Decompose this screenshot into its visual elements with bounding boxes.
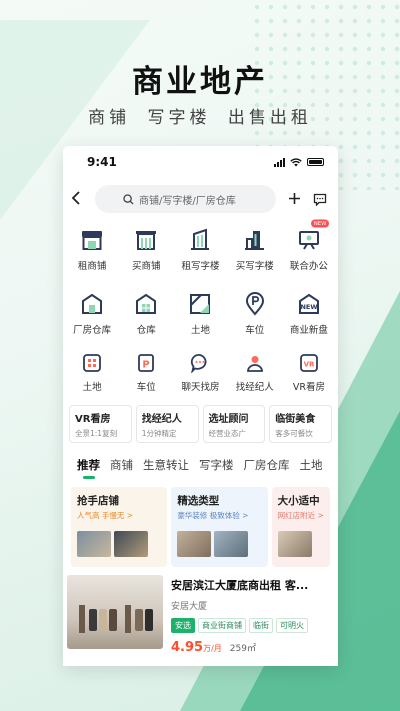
new-badge: NEW	[310, 219, 329, 228]
search-icon	[123, 193, 134, 204]
shop-icon	[79, 227, 105, 253]
office-building-icon	[187, 227, 213, 253]
battery-icon	[307, 158, 324, 166]
listing-price-row: 4.95万/月 259㎡	[171, 640, 334, 655]
listing-item[interactable]: 安居滨江大厦底商出租 客... 安居大厦 安选 商业街商铺 临街 可明火 4.9…	[63, 575, 338, 655]
category-buy-office[interactable]: 买写字楼	[228, 217, 282, 281]
category-rent-office[interactable]: 租写字楼	[173, 217, 227, 281]
svg-text:VR: VR	[303, 361, 314, 369]
vr-icon: VR	[298, 352, 320, 374]
category-factory[interactable]: 厂房仓库	[65, 281, 119, 345]
quick-card-advisor[interactable]: 选址顾问 经营业态广	[202, 405, 266, 443]
warehouse-icon	[133, 291, 159, 317]
svg-text:P: P	[143, 360, 150, 371]
back-arrow-icon[interactable]	[71, 190, 89, 209]
promo-images	[277, 531, 324, 557]
search-placeholder: 商铺/写字楼/厂房仓库	[139, 195, 236, 207]
search-input[interactable]: 商铺/写字楼/厂房仓库	[95, 185, 276, 213]
category-grid-row1: 租商铺 买商铺 租写字楼 买写字楼 NEW 联合办公	[63, 217, 338, 281]
parking-small-icon: P	[135, 352, 157, 374]
promo-selected-types[interactable]: 精选类型 豪华装修 极致体验 >	[171, 487, 268, 567]
status-bar: 9:41	[63, 146, 338, 178]
promo-title: 商业地产	[132, 64, 268, 100]
service-agent[interactable]: 找经纪人	[228, 345, 282, 401]
service-vr[interactable]: VR VR看房	[282, 345, 336, 401]
category-parking[interactable]: 车位	[228, 281, 282, 345]
promo-cards: 抢手店铺 人气高 手慢无 > 精选类型 豪华装修 极致体验 > 大小适中 网红店…	[63, 487, 338, 567]
category-new-project[interactable]: NEW 商业新盘	[282, 281, 336, 345]
category-grid-row2: 厂房仓库 仓库 土地 车位 NEW 商业新盘	[63, 281, 338, 345]
land-icon	[187, 291, 213, 317]
listing-tag: 临街	[249, 618, 273, 633]
buildings-icon	[242, 227, 268, 253]
listing-price-unit: 万/月	[203, 644, 222, 653]
listing-tag: 商业街商铺	[198, 618, 246, 633]
new-project-icon: NEW	[296, 291, 322, 317]
listing-tag: 安选	[171, 618, 195, 633]
category-cowork[interactable]: NEW 联合办公	[282, 217, 336, 281]
listing-tag: 可明火	[276, 618, 308, 633]
store-icon	[133, 227, 159, 253]
listing-photo	[67, 575, 163, 649]
category-grid-row3: 土地 P 车位 聊天找房 找经纪人 VR VR看房	[63, 345, 338, 401]
promo-images	[77, 531, 161, 557]
add-icon[interactable]	[284, 189, 304, 210]
category-warehouse[interactable]: 仓库	[119, 281, 173, 345]
tab-recommend[interactable]: 推荐	[77, 457, 100, 479]
phone-screen: 9:41 商铺/写字楼/厂房仓库 租商铺 买商铺 租写字楼 买写字楼 NEW 联…	[63, 146, 338, 666]
promo-subtitle: 商铺 写字楼 出售出租	[88, 108, 312, 128]
tab-land[interactable]: 土地	[300, 457, 323, 479]
svg-text:NEW: NEW	[300, 303, 317, 311]
listing-area: 259㎡	[229, 644, 256, 654]
parking-pin-icon	[242, 291, 268, 317]
category-tabs: 推荐 商铺 生意转让 写字楼 厂房仓库 土地	[63, 457, 338, 479]
listing-title: 安居滨江大厦底商出租 客...	[171, 579, 309, 592]
service-parking[interactable]: P 车位	[119, 345, 173, 401]
category-land[interactable]: 土地	[173, 281, 227, 345]
quick-cards: VR看房 全景1:1复刻 找经纪人 1分钟精定 选址顾问 经营业态广 临街美食 …	[63, 405, 338, 443]
tab-office[interactable]: 写字楼	[199, 457, 234, 479]
listing-price: 4.95	[171, 640, 204, 655]
tab-business-transfer[interactable]: 生意转让	[143, 457, 189, 479]
service-land[interactable]: 土地	[65, 345, 119, 401]
status-time: 9:41	[87, 155, 117, 169]
listing-building: 安居大厦	[171, 602, 208, 612]
wifi-icon	[290, 157, 302, 166]
category-rent-shop[interactable]: 租商铺	[65, 217, 119, 281]
quick-card-vr[interactable]: VR看房 全景1:1复刻	[69, 405, 132, 443]
tab-shop[interactable]: 商铺	[110, 457, 133, 479]
message-icon[interactable]	[310, 193, 330, 206]
promo-medium-size[interactable]: 大小适中 网红店附近 >	[271, 487, 330, 567]
agent-icon	[244, 352, 266, 374]
cowork-icon	[296, 227, 322, 253]
land-small-icon	[81, 352, 103, 374]
promo-hot-shops[interactable]: 抢手店铺 人气高 手慢无 >	[71, 487, 168, 567]
quick-card-agent[interactable]: 找经纪人 1分钟精定	[135, 405, 199, 443]
tab-factory[interactable]: 厂房仓库	[244, 457, 290, 479]
factory-icon	[79, 291, 105, 317]
promo-images	[177, 531, 261, 557]
signal-icon	[274, 157, 285, 167]
listing-tags: 安选 商业街商铺 临街 可明火	[171, 618, 334, 633]
chat-icon	[189, 352, 211, 374]
search-bar: 商铺/写字楼/厂房仓库	[63, 181, 338, 217]
quick-card-food[interactable]: 临街美食 客多可餐饮	[269, 405, 332, 443]
category-buy-shop[interactable]: 买商铺	[119, 217, 173, 281]
service-chat[interactable]: 聊天找房	[173, 345, 227, 401]
